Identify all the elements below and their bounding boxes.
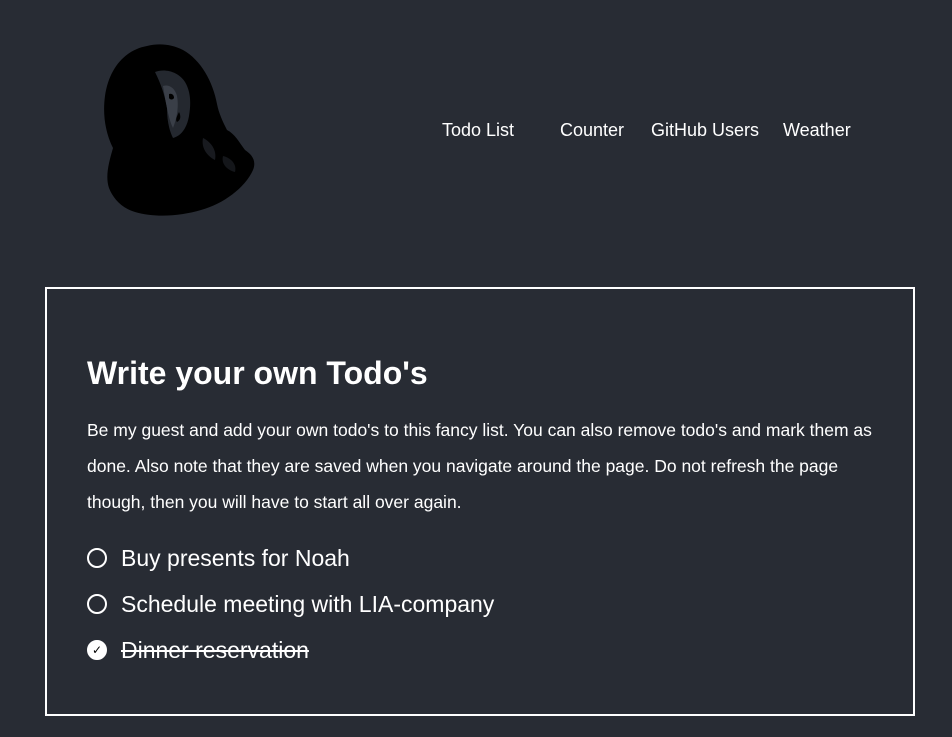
header: Todo List Counter GitHub Users Weather <box>0 0 952 260</box>
todo-text[interactable]: Buy presents for Noah <box>121 543 350 573</box>
check-icon[interactable] <box>87 640 107 660</box>
todo-text-done[interactable]: Dinner reservation <box>121 635 309 665</box>
nav-link-counter[interactable]: Counter <box>560 119 624 141</box>
main-nav: Todo List Counter GitHub Users Weather <box>0 119 952 141</box>
nav-link-weather[interactable]: Weather <box>783 119 851 141</box>
todo-list: Buy presents for Noah Schedule meeting w… <box>87 535 494 673</box>
todo-item: Schedule meeting with LIA-company <box>87 581 494 627</box>
description-text: Be my guest and add your own todo's to t… <box>87 420 872 512</box>
todo-item: Buy presents for Noah <box>87 535 494 581</box>
todo-item: Dinner reservation <box>87 627 494 673</box>
nav-link-todo-list[interactable]: Todo List <box>442 119 514 141</box>
todo-card: Write your own Todo's Be my guest and ad… <box>45 287 915 716</box>
nav-link-github-users[interactable]: GitHub Users <box>651 119 759 141</box>
todo-text[interactable]: Schedule meeting with LIA-company <box>121 589 494 619</box>
unchecked-circle-icon[interactable] <box>87 548 107 568</box>
unchecked-circle-icon[interactable] <box>87 594 107 614</box>
page-title: Write your own Todo's <box>87 355 428 391</box>
